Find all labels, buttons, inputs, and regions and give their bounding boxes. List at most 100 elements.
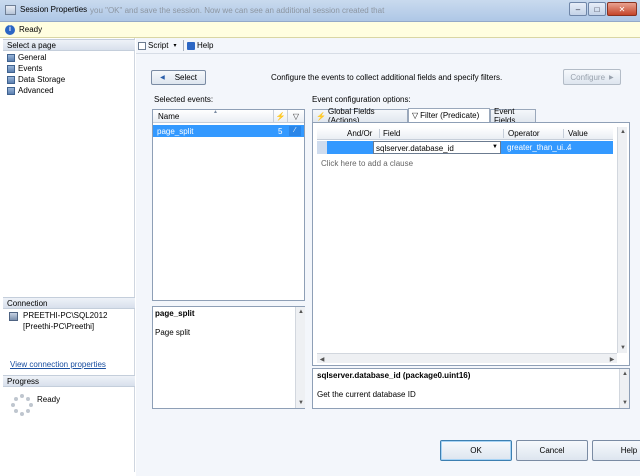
background-window-text: you "OK" and save the session. Now we ca… [90, 6, 385, 15]
user-name: [Preethi-PC\Preethi] [23, 322, 95, 331]
scroll-left-icon: ◀ [319, 356, 325, 363]
scroll-up-icon: ▲ [298, 309, 304, 315]
page-data-storage[interactable]: Data Storage [7, 74, 65, 85]
lightning-icon: ⚡ [273, 110, 287, 123]
events-grid-header: Name ▲ ⚡ ▽ [153, 109, 304, 123]
page-label: Data Storage [18, 75, 66, 84]
operator-cell[interactable]: greater_than_ui... [507, 143, 570, 152]
page-events[interactable]: Events [7, 63, 42, 74]
window-title: Session Properties [20, 5, 88, 14]
configure-button[interactable]: Configure ▶ [563, 69, 621, 85]
filter-icon: ▽ [412, 111, 419, 120]
script-label: Script [148, 41, 169, 50]
main-pane: Script ▾ Help ◀ Select Configure the eve… [136, 38, 640, 476]
event-name: page_split [157, 127, 194, 136]
event-detail-title: page_split [155, 309, 195, 318]
window-icon [5, 5, 16, 15]
name-column-header[interactable]: Name [158, 112, 179, 121]
script-icon [138, 41, 146, 50]
row-header-cell [317, 141, 327, 154]
filter-icon: ▽ [287, 110, 304, 123]
info-icon: i [5, 25, 15, 35]
cancel-button[interactable]: Cancel [516, 440, 588, 461]
lightning-icon: ⚡ [316, 111, 326, 121]
event-detail-panel: page_split Page split ▲ ▼ [152, 306, 305, 409]
filter-panel: And/Or Field Operator Value sqlserver.da… [312, 122, 630, 366]
select-page-header: Select a page [3, 39, 135, 51]
chevron-down-icon: ▾ [173, 43, 177, 49]
toolbar: Script ▾ Help [136, 38, 640, 54]
arrow-left-icon: ◀ [160, 75, 165, 81]
filter-scrollbar-horizontal[interactable]: ◀ ▶ [317, 353, 617, 363]
status-text: Ready [19, 25, 43, 34]
event-detail-description: Page split [155, 328, 191, 337]
view-connection-link[interactable]: View connection properties [10, 360, 106, 369]
minimize-button[interactable]: – [569, 2, 587, 16]
scroll-right-icon: ▶ [609, 356, 615, 363]
field-detail-title: sqlserver.database_id (package0.uint16) [317, 371, 471, 380]
progress-spinner-icon [11, 394, 33, 416]
events-description: Configure the events to collect addition… [271, 73, 503, 82]
table-row[interactable]: page_split 5 ⁄ [153, 125, 304, 137]
field-detail-panel: sqlserver.database_id (package0.uint16) … [312, 368, 630, 409]
scroll-down-icon: ▼ [620, 345, 626, 351]
select-button[interactable]: ◀ Select [151, 70, 206, 85]
value-column-header[interactable]: Value [563, 129, 588, 138]
help-button[interactable]: Help [592, 440, 640, 461]
page-icon [7, 53, 15, 62]
page-general[interactable]: General [7, 52, 46, 63]
sort-arrow-icon: ▲ [213, 109, 218, 115]
server-icon [9, 312, 18, 321]
help-label: Help [197, 41, 214, 50]
help-toolbar-button[interactable]: Help [187, 40, 213, 51]
page-icon [7, 86, 15, 95]
field-detail-description: Get the current database ID [317, 390, 416, 399]
tab-filter-predicate[interactable]: ▽ Filter (Predicate) [408, 108, 490, 122]
script-button[interactable]: Script ▾ [138, 40, 176, 51]
page-icon [7, 75, 15, 84]
andor-column-header[interactable]: And/Or [347, 129, 372, 138]
event-detail-scrollbar[interactable]: ▲ ▼ [295, 307, 305, 408]
page-label: Events [18, 64, 43, 73]
page-icon [7, 64, 15, 73]
page-label: Advanced [18, 86, 54, 95]
field-dropdown[interactable]: sqlserver.database_id ▼ [373, 141, 501, 154]
selected-events-grid: Name ▲ ⚡ ▽ page_split 5 ⁄ [152, 109, 305, 301]
close-button[interactable]: ✕ [607, 2, 637, 16]
maximize-button[interactable]: □ [588, 2, 606, 16]
event-action-count: 5 [278, 127, 283, 136]
connection-header: Connection [3, 297, 135, 309]
filter-grid-header: And/Or Field Operator Value [317, 127, 613, 140]
field-detail-scrollbar[interactable]: ▲ ▼ [619, 369, 629, 408]
toolbar-divider [183, 40, 184, 51]
page-label: General [18, 53, 47, 62]
filter-scrollbar-vertical[interactable]: ▲ ▼ [617, 127, 627, 353]
status-bar: i Ready [0, 22, 640, 38]
selected-events-label: Selected events: [154, 95, 214, 104]
scroll-up-icon: ▲ [620, 129, 626, 135]
value-cell[interactable]: 4 [567, 143, 571, 152]
left-pane: Select a page General Events Data Storag… [3, 38, 135, 472]
scroll-up-icon: ▲ [622, 371, 628, 377]
tab-global-fields[interactable]: ⚡ Global Fields (Actions) [312, 107, 408, 125]
scroll-down-icon: ▼ [298, 400, 304, 406]
configure-label: Configure [570, 72, 606, 82]
page-advanced[interactable]: Advanced [7, 85, 54, 96]
arrow-right-icon: ▶ [609, 74, 614, 81]
field-column-header[interactable]: Field [379, 129, 400, 138]
select-label: Select [174, 73, 197, 82]
field-value: sqlserver.database_id [376, 144, 454, 153]
operator-column-header[interactable]: Operator [503, 129, 540, 138]
tab-event-fields[interactable]: Event Fields [490, 107, 536, 125]
chevron-down-icon: ▼ [492, 144, 498, 150]
ok-button[interactable]: OK [440, 440, 512, 461]
tab-label: Filter (Predicate) [420, 111, 480, 120]
progress-header: Progress [3, 375, 135, 387]
help-icon [187, 41, 195, 50]
server-name: PREETHI-PC\SQL2012 [23, 311, 108, 320]
config-options-label: Event configuration options: [312, 95, 411, 104]
event-filter-flag: ⁄ [289, 126, 301, 136]
table-row[interactable]: sqlserver.database_id ▼ greater_than_ui.… [317, 141, 613, 154]
add-clause-row[interactable]: Click here to add a clause [321, 159, 413, 168]
config-tabs: ⚡ Global Fields (Actions) ▽ Filter (Pred… [312, 107, 630, 125]
